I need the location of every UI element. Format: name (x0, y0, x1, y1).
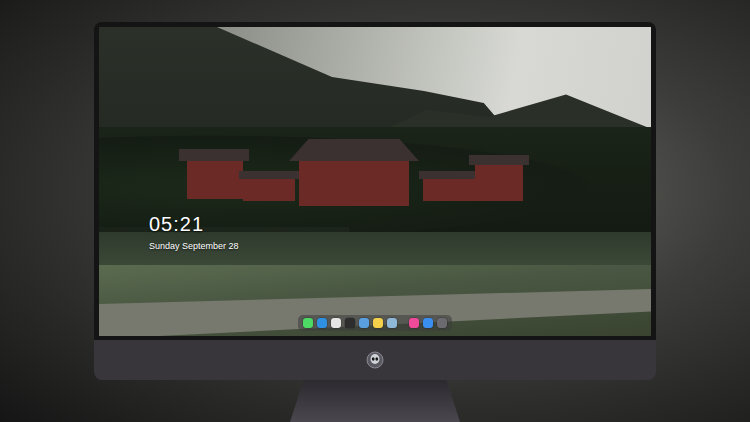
app-icon[interactable] (331, 318, 341, 328)
app-icon[interactable] (437, 318, 447, 328)
app-icon[interactable] (303, 318, 313, 328)
app-icon[interactable] (345, 318, 355, 328)
app-icon[interactable] (387, 318, 397, 328)
lock-screen: 05:21 Sunday September 28 (99, 27, 651, 336)
app-icon[interactable] (409, 318, 419, 328)
wallpaper (99, 27, 651, 336)
date: Sunday September 28 (149, 240, 239, 252)
app-icon[interactable] (373, 318, 383, 328)
chin (94, 340, 656, 380)
monitor: 05:21 Sunday September 28 (94, 22, 656, 422)
alien-logo-icon (366, 351, 384, 369)
dock (298, 315, 452, 331)
temple-picture (179, 139, 539, 239)
bezel: 05:21 Sunday September 28 (94, 22, 656, 340)
app-icon[interactable] (317, 318, 327, 328)
lock-info: 05:21 Sunday September 28 (149, 212, 239, 252)
app-icon[interactable] (423, 318, 433, 328)
app-icon[interactable] (359, 318, 369, 328)
stand (290, 380, 460, 422)
clock: 05:21 (149, 212, 239, 236)
